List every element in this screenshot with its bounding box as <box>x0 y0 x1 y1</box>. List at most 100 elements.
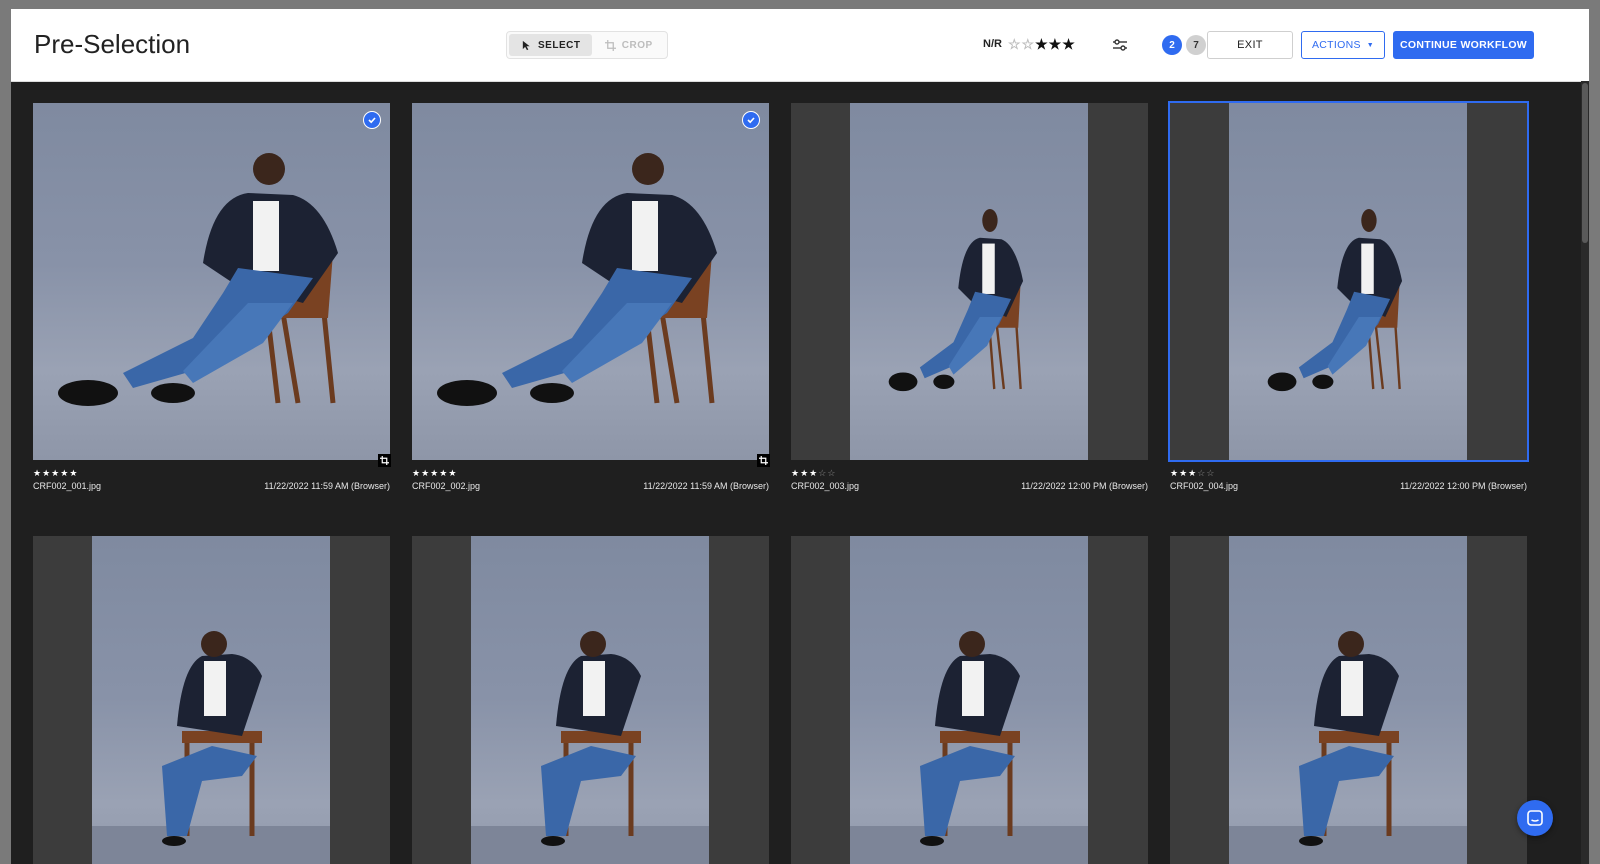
scrollbar-thumb[interactable] <box>1582 83 1588 243</box>
photo-figure <box>471 631 709 864</box>
photo-thumbnail[interactable] <box>412 536 769 864</box>
photo-image <box>850 103 1088 460</box>
star-full-icon[interactable]: ★ <box>1062 37 1075 51</box>
photo-grid: ★★★★★ CRF002_001.jpg 11/22/2022 11:59 AM (… <box>11 81 1589 864</box>
exit-label: EXIT <box>1237 39 1263 51</box>
mode-toggle: SELECT CROP <box>506 31 668 59</box>
photo-figure <box>888 209 1024 392</box>
app-window: Pre-Selection SELECT CROP N/R ☆ ☆ ★ ★ ★ <box>11 9 1589 864</box>
star-full-icon[interactable]: ★ <box>412 468 421 478</box>
star-full-icon[interactable]: ★ <box>1035 37 1048 51</box>
photo-filename: CRF002_004.jpg <box>1170 481 1239 491</box>
select-mode-button[interactable]: SELECT <box>509 34 593 56</box>
rating-filter-stars[interactable]: ☆ ☆ ★ ★ ★ <box>1008 37 1075 51</box>
star-empty-icon[interactable]: ☆ <box>1022 37 1035 51</box>
star-empty-icon[interactable]: ☆ <box>1008 37 1021 51</box>
checkmark-icon[interactable] <box>742 111 760 129</box>
star-full-icon[interactable]: ★ <box>1049 37 1062 51</box>
star-full-icon[interactable]: ★ <box>430 468 439 478</box>
actions-label: ACTIONS <box>1311 39 1361 51</box>
photo-filename: CRF002_001.jpg <box>33 481 102 491</box>
photo-meta: ★★★★★ CRF002_001.jpg 11/22/2022 11:59 AM (… <box>33 460 390 496</box>
page-title: Pre-Selection <box>34 29 191 59</box>
star-full-icon[interactable]: ★ <box>791 468 800 478</box>
photo-image <box>33 103 390 460</box>
photo-card[interactable]: ★★★☆☆ CRF002_004.jpg 11/22/2022 12:00 PM (… <box>1168 101 1529 496</box>
photo-thumbnail[interactable] <box>1170 536 1527 864</box>
crop-icon <box>604 39 616 51</box>
selected-count-badge[interactable]: 2 <box>1162 35 1182 55</box>
actions-dropdown-button[interactable]: ACTIONS ▼ <box>1301 31 1385 59</box>
chat-button[interactable] <box>1517 800 1553 836</box>
caret-down-icon: ▼ <box>1366 41 1374 49</box>
continue-workflow-button[interactable]: CONTINUE WORKFLOW <box>1393 31 1534 59</box>
photo-figure <box>58 153 338 406</box>
checkmark-icon[interactable] <box>363 111 381 129</box>
star-full-icon[interactable]: ★ <box>1179 468 1188 478</box>
crop-mode-label: CROP <box>621 39 653 51</box>
star-full-icon[interactable]: ★ <box>51 468 60 478</box>
photo-figure <box>1229 631 1467 864</box>
photo-card[interactable] <box>1170 536 1527 864</box>
star-full-icon[interactable]: ★ <box>1170 468 1179 478</box>
photo-card[interactable] <box>33 536 390 864</box>
star-full-icon[interactable]: ★ <box>448 468 457 478</box>
photo-date: 11/22/2022 12:00 PM (Browser) <box>1400 481 1527 491</box>
photo-date: 11/22/2022 12:00 PM (Browser) <box>1021 481 1148 491</box>
photo-rating-stars[interactable]: ★★★★★ <box>412 468 457 479</box>
photo-card[interactable] <box>412 536 769 864</box>
star-empty-icon[interactable]: ☆ <box>827 468 836 478</box>
star-full-icon[interactable]: ★ <box>439 468 448 478</box>
photo-thumbnail[interactable] <box>791 103 1148 460</box>
photo-figure <box>850 631 1088 864</box>
star-full-icon[interactable]: ★ <box>809 468 818 478</box>
photo-image <box>471 536 709 864</box>
photo-thumbnail[interactable] <box>1168 101 1529 462</box>
star-full-icon[interactable]: ★ <box>421 468 430 478</box>
photo-figure <box>1267 209 1403 392</box>
photo-thumbnail[interactable] <box>33 536 390 864</box>
photo-card[interactable] <box>791 536 1148 864</box>
photo-thumbnail[interactable] <box>791 536 1148 864</box>
scrollbar[interactable] <box>1581 81 1589 864</box>
total-count-badge[interactable]: 7 <box>1186 35 1206 55</box>
photo-rating-stars[interactable]: ★★★☆☆ <box>791 468 836 479</box>
photo-image <box>850 536 1088 864</box>
star-full-icon[interactable]: ★ <box>42 468 51 478</box>
photo-thumbnail[interactable] <box>33 103 390 460</box>
star-full-icon[interactable]: ★ <box>800 468 809 478</box>
photo-thumbnail[interactable] <box>412 103 769 460</box>
photo-rating-stars[interactable]: ★★★☆☆ <box>1170 468 1215 479</box>
photo-image <box>1229 103 1467 460</box>
photo-image <box>92 536 330 864</box>
rating-filter[interactable]: N/R ☆ ☆ ★ ★ ★ <box>983 37 1075 51</box>
rating-filter-label: N/R <box>983 38 1002 50</box>
photo-image <box>1229 536 1467 864</box>
photo-figure <box>437 153 717 406</box>
sliders-icon[interactable] <box>1111 36 1129 54</box>
photo-image <box>412 103 769 460</box>
star-full-icon[interactable]: ★ <box>1188 468 1197 478</box>
star-empty-icon[interactable]: ☆ <box>818 468 827 478</box>
star-empty-icon[interactable]: ☆ <box>1197 468 1206 478</box>
photo-card[interactable]: ★★★★★ CRF002_002.jpg 11/22/2022 11:59 AM (… <box>412 103 770 496</box>
photo-date: 11/22/2022 11:59 AM (Browser) <box>643 481 769 491</box>
photo-rating-stars[interactable]: ★★★★★ <box>33 468 78 479</box>
crop-mode-button[interactable]: CROP <box>592 34 665 56</box>
photo-card[interactable]: ★★★★★ CRF002_001.jpg 11/22/2022 11:59 AM (… <box>33 103 391 496</box>
photo-meta: ★★★☆☆ CRF002_004.jpg 11/22/2022 12:00 PM (… <box>1170 460 1527 496</box>
photo-figure <box>92 631 330 864</box>
star-full-icon[interactable]: ★ <box>60 468 69 478</box>
photo-filename: CRF002_002.jpg <box>412 481 481 491</box>
photo-card[interactable]: ★★★☆☆ CRF002_003.jpg 11/22/2022 12:00 PM (… <box>791 103 1148 496</box>
star-full-icon[interactable]: ★ <box>33 468 42 478</box>
photo-meta: ★★★☆☆ CRF002_003.jpg 11/22/2022 12:00 PM (… <box>791 460 1148 496</box>
header-bar: Pre-Selection SELECT CROP N/R ☆ ☆ ★ ★ ★ <box>11 9 1589 82</box>
photo-date: 11/22/2022 11:59 AM (Browser) <box>264 481 390 491</box>
photo-filename: CRF002_003.jpg <box>791 481 860 491</box>
star-empty-icon[interactable]: ☆ <box>1206 468 1215 478</box>
exit-button[interactable]: EXIT <box>1207 31 1293 59</box>
photo-meta: ★★★★★ CRF002_002.jpg 11/22/2022 11:59 AM (… <box>412 460 769 496</box>
continue-label: CONTINUE WORKFLOW <box>1400 39 1527 51</box>
star-full-icon[interactable]: ★ <box>69 468 78 478</box>
